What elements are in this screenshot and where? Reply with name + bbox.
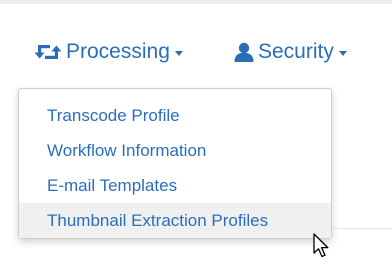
divider xyxy=(332,228,392,229)
menu-item-thumbnail-extraction-profiles[interactable]: Thumbnail Extraction Profiles xyxy=(19,203,331,238)
mouse-pointer-icon xyxy=(313,233,331,264)
menu-item-email-templates[interactable]: E-mail Templates xyxy=(19,168,331,203)
processing-menu-toggle[interactable]: Processing xyxy=(34,37,183,67)
chevron-down-icon xyxy=(174,51,183,56)
chevron-down-icon xyxy=(338,51,347,56)
security-menu-toggle[interactable]: Security xyxy=(234,37,347,67)
top-border xyxy=(0,0,392,4)
processing-label: Processing xyxy=(66,40,170,63)
menu-item-transcode-profile[interactable]: Transcode Profile xyxy=(19,98,331,133)
user-icon xyxy=(234,42,254,62)
menu-item-workflow-information[interactable]: Workflow Information xyxy=(19,133,331,168)
retweet-icon xyxy=(34,43,62,61)
security-label: Security xyxy=(258,40,334,63)
processing-dropdown-menu: Transcode Profile Workflow Information E… xyxy=(18,88,332,239)
